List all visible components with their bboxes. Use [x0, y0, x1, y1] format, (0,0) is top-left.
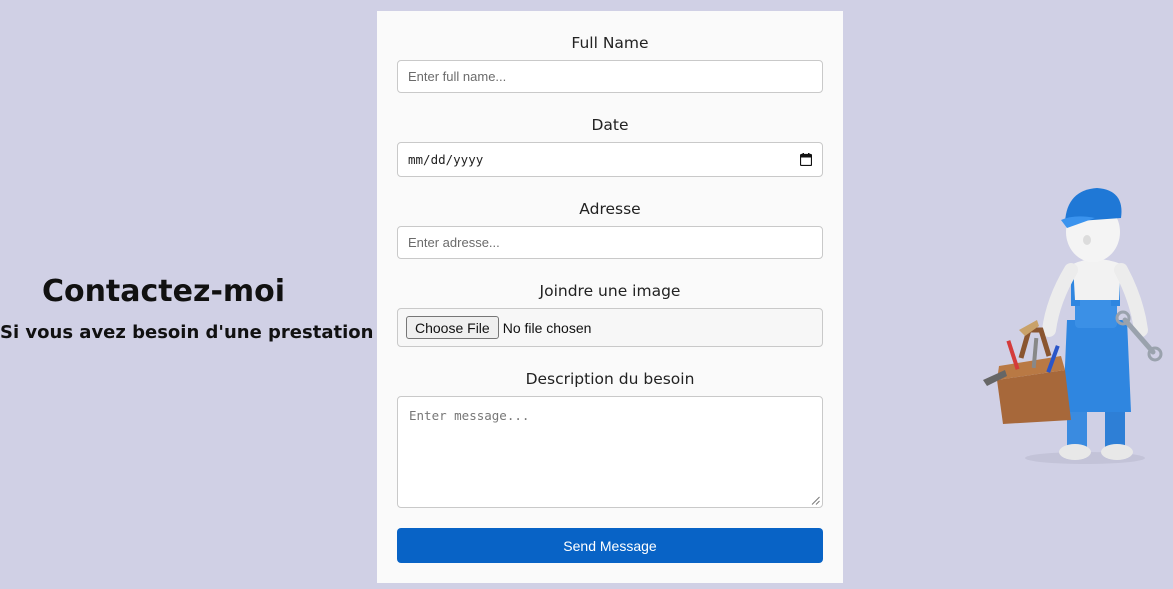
send-message-button[interactable]: Send Message: [397, 528, 823, 563]
image-label: Joindre une image: [539, 282, 681, 300]
description-textarea[interactable]: Enter message...: [397, 396, 823, 508]
full-name-label: Full Name: [571, 34, 649, 52]
address-input[interactable]: Enter adresse...: [397, 226, 823, 259]
handyman-illustration: [983, 188, 1163, 464]
choose-file-button[interactable]: Choose File: [406, 316, 499, 339]
page-subtitle: Si vous avez besoin d'une prestation: [0, 322, 374, 343]
file-status: No file chosen: [502, 319, 592, 336]
resize-handle-icon[interactable]: [811, 496, 820, 505]
full-name-input[interactable]: Enter full name...: [397, 60, 823, 93]
image-file-input[interactable]: Choose File No file chosen: [397, 308, 823, 347]
address-label: Adresse: [579, 200, 641, 218]
date-input[interactable]: mm/dd/yyyy: [397, 142, 823, 177]
contact-form: Full Name Enter full name... Date mm/dd/…: [377, 11, 843, 583]
date-label: Date: [591, 116, 629, 134]
intro-section: Contactez-moi Si vous avez besoin d'une …: [0, 270, 374, 346]
date-placeholder: mm/dd/yyyy: [408, 152, 484, 167]
calendar-icon[interactable]: [800, 153, 812, 166]
page-title: Contactez-moi: [41, 274, 286, 309]
description-placeholder: Enter message...: [409, 408, 530, 423]
address-placeholder: Enter adresse...: [408, 235, 500, 250]
full-name-placeholder: Enter full name...: [408, 69, 507, 84]
description-label: Description du besoin: [525, 370, 695, 388]
